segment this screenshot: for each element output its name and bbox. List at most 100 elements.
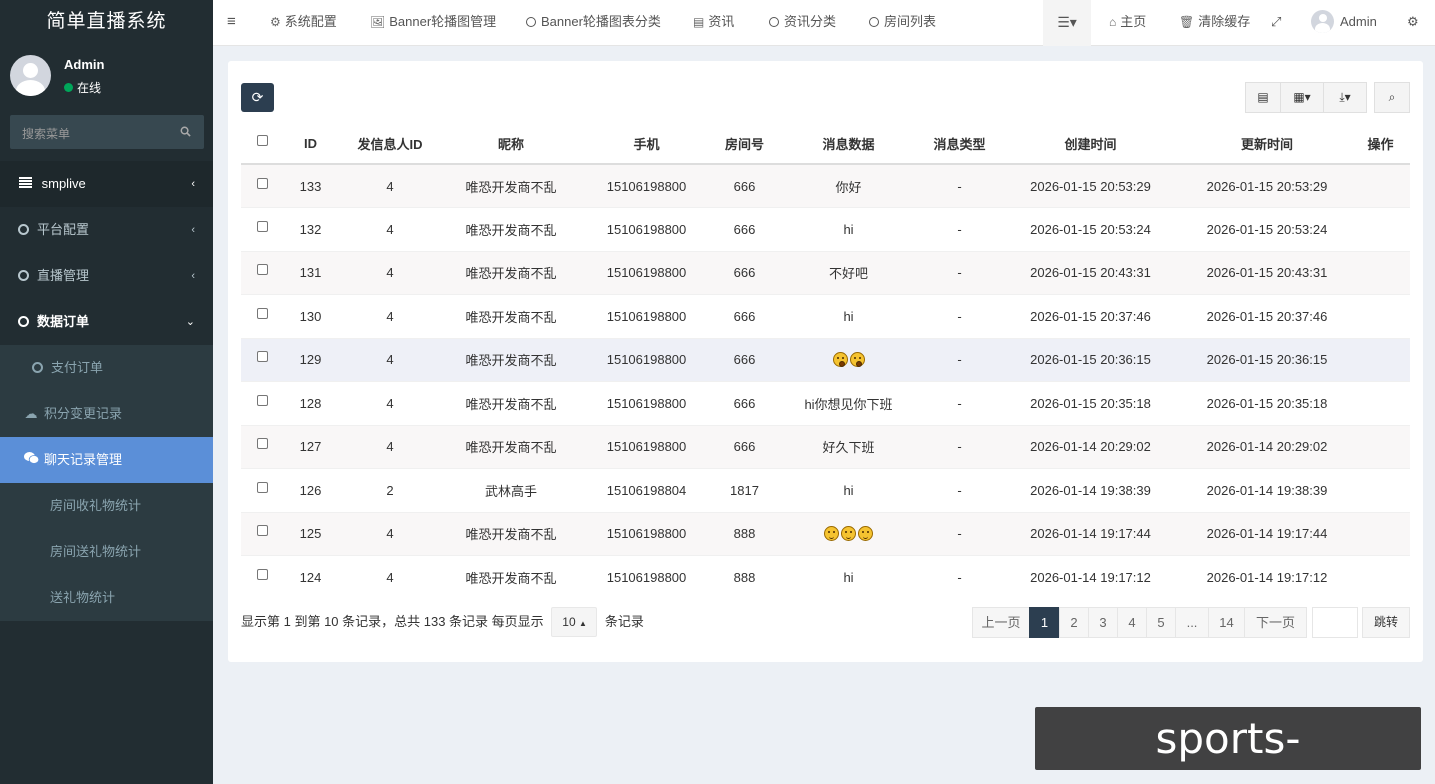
page-jump-button[interactable]: 跳转 bbox=[1362, 607, 1410, 638]
sidebar-item-room-receive-gifts[interactable]: 房间收礼物统计 bbox=[0, 483, 213, 529]
page-button[interactable]: 1 bbox=[1029, 607, 1060, 638]
tab-banner-manage[interactable]: 🖼 Banner轮播图管理 bbox=[370, 0, 496, 46]
select-all-header[interactable] bbox=[241, 124, 283, 165]
cell-phone: 15106198800 bbox=[580, 163, 713, 208]
col-phone[interactable]: 手机 bbox=[580, 124, 713, 165]
col-room[interactable]: 房间号 bbox=[713, 124, 776, 165]
sidebar-item-data-orders[interactable]: 数据订单 ⌄ bbox=[0, 299, 213, 345]
cell-id: 125 bbox=[283, 511, 338, 556]
row-checkbox[interactable] bbox=[256, 264, 268, 276]
row-select-cell[interactable] bbox=[241, 250, 283, 295]
table-row[interactable]: 129 4 唯恐开发商不乱 15106198800 666-2026-01-15 20:… bbox=[241, 337, 1410, 382]
cell-actions bbox=[1351, 207, 1410, 251]
menu-search-input[interactable]: 搜索菜单 bbox=[10, 115, 204, 149]
settings-button[interactable]: ⚙ bbox=[1407, 0, 1419, 46]
row-select-cell[interactable] bbox=[241, 337, 283, 382]
row-checkbox[interactable] bbox=[256, 569, 268, 581]
cell-updated: 2026-01-15 20:36:15 bbox=[1183, 337, 1351, 382]
row-checkbox[interactable] bbox=[256, 481, 268, 493]
col-msg-type[interactable]: 消息类型 bbox=[921, 124, 998, 165]
sidebar-item-label: 房间收礼物统计 bbox=[50, 498, 142, 513]
sidebar-item-chat-records[interactable]: 聊天记录管理 bbox=[0, 437, 213, 483]
row-select-cell[interactable] bbox=[241, 163, 283, 208]
row-select-cell[interactable] bbox=[241, 468, 283, 512]
table-search-button[interactable]: ⌕ bbox=[1374, 82, 1410, 113]
sidebar-item-points-log[interactable]: ☁ 积分变更记录 bbox=[0, 391, 213, 437]
row-checkbox[interactable] bbox=[256, 307, 268, 319]
sidebar-item-room-send-gifts[interactable]: 房间送礼物统计 bbox=[0, 529, 213, 575]
page-button[interactable]: 2 bbox=[1059, 607, 1089, 638]
columns-button[interactable]: ▦▾ bbox=[1280, 82, 1324, 113]
sidebar-item-live-manage[interactable]: 直播管理 ‹ bbox=[0, 253, 213, 299]
row-select-cell[interactable] bbox=[241, 381, 283, 425]
page-button[interactable]: 3 bbox=[1088, 607, 1118, 638]
row-checkbox[interactable] bbox=[256, 351, 268, 363]
more-dropdown-button[interactable]: ☰▾ bbox=[1043, 0, 1091, 46]
page-jump-input[interactable] bbox=[1312, 607, 1358, 638]
cell-created: 2026-01-15 20:43:31 bbox=[998, 250, 1183, 295]
row-checkbox[interactable] bbox=[256, 394, 268, 406]
cell-msg-type: - bbox=[921, 250, 998, 295]
avatar bbox=[1311, 10, 1334, 33]
cell-msg-type: - bbox=[921, 207, 998, 251]
next-page-button[interactable]: 下一页 bbox=[1244, 607, 1307, 638]
col-sender-id[interactable]: 发信息人ID bbox=[338, 124, 442, 165]
table-row[interactable]: 131 4 唯恐开发商不乱 15106198800 666 不好吧 -2026-01-15 … bbox=[241, 250, 1410, 295]
tab-system-config[interactable]: ⚙ 系统配置 bbox=[270, 0, 337, 46]
table-row[interactable]: 125 4 唯恐开发商不乱 15106198800 888-2026-01-14 19:… bbox=[241, 511, 1410, 556]
cell-created: 2026-01-14 19:17:12 bbox=[998, 555, 1183, 599]
grin-emoji-icon bbox=[824, 526, 839, 542]
prev-page-button[interactable]: 上一页 bbox=[972, 607, 1030, 638]
row-select-cell[interactable] bbox=[241, 207, 283, 251]
export-button[interactable]: ⤓▾ bbox=[1323, 82, 1367, 113]
table-row[interactable]: 126 2 武林高手 15106198804 1817 hi -2026-01-14 19:… bbox=[241, 468, 1410, 512]
page-size-select[interactable]: 10 ▲ bbox=[551, 607, 598, 637]
row-checkbox[interactable] bbox=[256, 525, 268, 537]
fullscreen-button[interactable]: ⤢ bbox=[1271, 0, 1281, 46]
col-message[interactable]: 消息数据 bbox=[776, 124, 921, 165]
sidebar-item-pay-orders[interactable]: 支付订单 bbox=[0, 345, 213, 391]
cell-actions bbox=[1351, 381, 1410, 425]
toggle-view-button[interactable]: ▤ bbox=[1245, 82, 1281, 113]
cell-actions bbox=[1351, 555, 1410, 599]
refresh-button[interactable]: ⟳ bbox=[241, 83, 274, 112]
page-button[interactable]: 5 bbox=[1146, 607, 1176, 638]
col-id[interactable]: ID bbox=[283, 124, 338, 165]
sidebar-item-smplive[interactable]: smplive ‹ bbox=[0, 161, 213, 207]
sidebar-toggle-button[interactable]: ≡ bbox=[227, 0, 236, 46]
search-icon[interactable] bbox=[180, 126, 191, 137]
clear-cache-button[interactable]: 🗑 清除缓存 bbox=[1179, 0, 1250, 46]
select-all-checkbox[interactable] bbox=[256, 135, 268, 147]
tab-news[interactable]: ▤ 资讯 bbox=[693, 0, 734, 46]
row-select-cell[interactable] bbox=[241, 294, 283, 338]
row-select-cell[interactable] bbox=[241, 511, 283, 556]
row-select-cell[interactable] bbox=[241, 555, 283, 599]
cell-msg-type: - bbox=[921, 381, 998, 425]
row-checkbox[interactable] bbox=[256, 438, 268, 450]
table-row[interactable]: 128 4 唯恐开发商不乱 15106198800 666 hi你想见你下班 -2026-0… bbox=[241, 381, 1410, 425]
cell-sender-id: 4 bbox=[338, 337, 442, 382]
table-row[interactable]: 133 4 唯恐开发商不乱 15106198800 666 你好 -2026-01-15 2… bbox=[241, 163, 1410, 208]
row-checkbox[interactable] bbox=[256, 177, 268, 189]
table-row[interactable]: 130 4 唯恐开发商不乱 15106198800 666 hi -2026-01-15 2… bbox=[241, 294, 1410, 338]
table-row[interactable]: 124 4 唯恐开发商不乱 15106198800 888 hi -2026-01-14 1… bbox=[241, 555, 1410, 599]
row-select-cell[interactable] bbox=[241, 424, 283, 469]
col-nickname[interactable]: 昵称 bbox=[442, 124, 580, 165]
page-button[interactable]: 14 bbox=[1208, 607, 1245, 638]
page-button[interactable]: 4 bbox=[1117, 607, 1147, 638]
table-row[interactable]: 132 4 唯恐开发商不乱 15106198800 666 hi -2026-01-15 2… bbox=[241, 207, 1410, 251]
sidebar-item-platform-config[interactable]: 平台配置 ‹ bbox=[0, 207, 213, 253]
cell-nickname: 武林高手 bbox=[442, 468, 580, 512]
tab-banner-category[interactable]: Banner轮播图表分类 bbox=[526, 0, 661, 46]
sidebar-item-gift-stats[interactable]: 送礼物统计 bbox=[0, 575, 213, 621]
row-checkbox[interactable] bbox=[256, 220, 268, 232]
app-title[interactable]: 简单直播系统 bbox=[0, 0, 213, 46]
col-updated[interactable]: 更新时间 bbox=[1183, 124, 1351, 165]
tab-room-list[interactable]: 房间列表 bbox=[869, 0, 936, 46]
cell-id: 133 bbox=[283, 163, 338, 208]
tab-news-category[interactable]: 资讯分类 bbox=[769, 0, 836, 46]
table-row[interactable]: 127 4 唯恐开发商不乱 15106198800 666 好久下班 -2026-01-14… bbox=[241, 424, 1410, 469]
col-created[interactable]: 创建时间 bbox=[998, 124, 1183, 165]
home-link[interactable]: ⌂ 主页 bbox=[1109, 0, 1146, 46]
user-menu[interactable]: Admin bbox=[1311, 0, 1377, 46]
